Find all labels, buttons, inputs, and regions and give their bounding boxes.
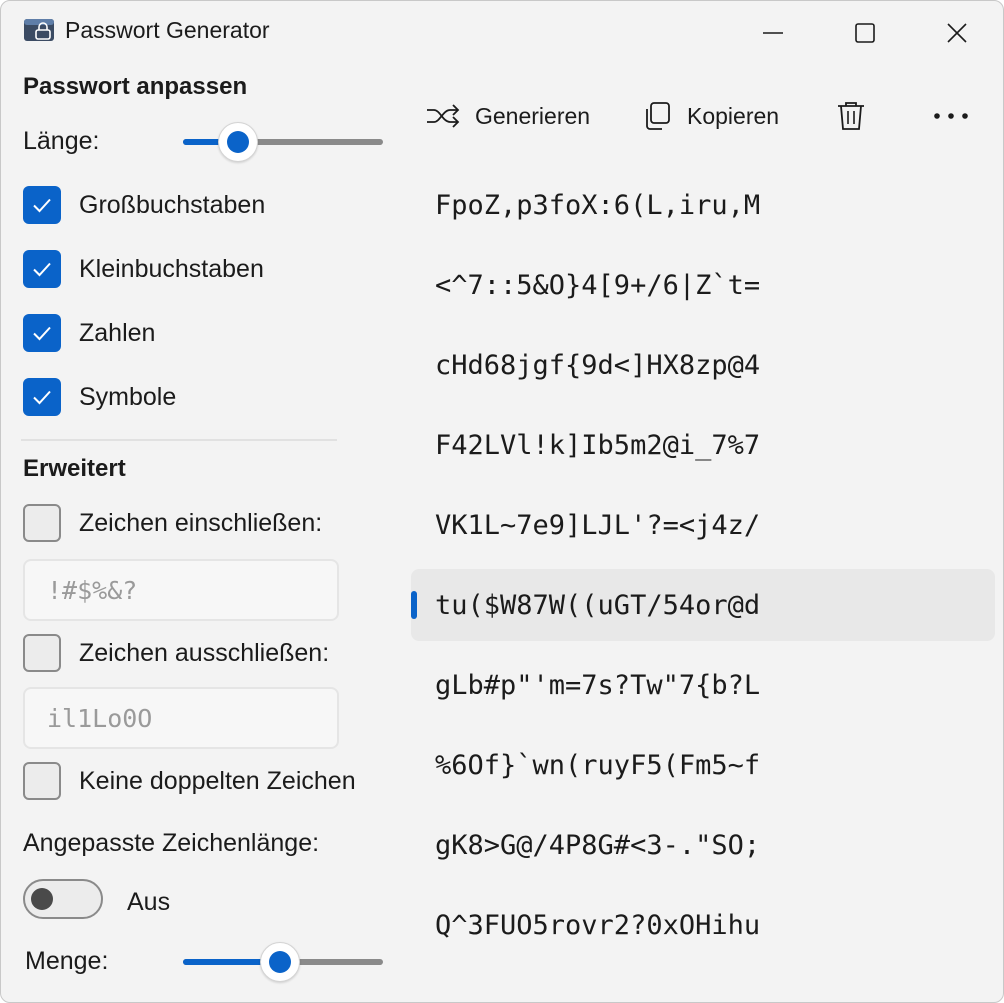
generate-button[interactable]: Generieren <box>425 95 590 137</box>
checkmark-icon <box>33 390 51 405</box>
password-text: VK1L~7e9]LJL'?=<j4z/ <box>435 509 761 541</box>
password-text: <^7::5&O}4[9+/6|Z`t= <box>435 269 761 301</box>
password-item[interactable]: gK8>G@/4P8G#<3-."SO; <box>411 809 995 881</box>
symbols-checkbox[interactable] <box>23 378 61 416</box>
uppercase-label: Großbuchstaben <box>79 190 266 219</box>
numbers-option[interactable]: Zahlen <box>23 313 155 353</box>
password-text: cHd68jgf{9d<]HX8zp@4 <box>435 349 761 381</box>
include-chars-option[interactable]: Zeichen einschließen: <box>23 503 322 543</box>
password-text: %6Of}`wn(ruyF5(Fm5~f <box>435 749 761 781</box>
include-chars-label: Zeichen einschließen: <box>79 508 323 537</box>
maximize-button[interactable] <box>843 11 887 55</box>
minimize-icon <box>763 32 783 34</box>
toggle-state-label: Aus <box>127 888 171 916</box>
checkmark-icon <box>33 326 51 341</box>
maximize-icon <box>855 23 875 43</box>
checkmark-icon <box>33 262 51 277</box>
include-chars-field[interactable] <box>23 559 339 621</box>
uppercase-option[interactable]: Großbuchstaben <box>23 185 265 225</box>
copy-label: Kopieren <box>687 102 780 129</box>
password-item[interactable]: <^7::5&O}4[9+/6|Z`t= <box>411 249 995 321</box>
symbols-label: Symbole <box>79 382 177 411</box>
close-button[interactable] <box>935 11 979 55</box>
more-icon <box>934 113 968 119</box>
toggle-knob <box>31 888 53 910</box>
title-bar: Passwort Generator <box>1 1 1003 65</box>
shuffle-icon <box>427 104 460 128</box>
copy-icon <box>646 102 670 130</box>
more-options-button[interactable] <box>931 95 971 137</box>
custom-length-toggle[interactable] <box>23 879 103 919</box>
selection-indicator <box>411 591 417 619</box>
password-item[interactable]: FpoZ,p3foX:6(L,iru,M <box>411 169 995 241</box>
include-chars-input[interactable] <box>25 561 337 619</box>
password-text: FpoZ,p3foX:6(L,iru,M <box>435 189 761 221</box>
password-text: gLb#p"'m=7s?Tw"7{b?L <box>435 669 761 701</box>
password-item[interactable]: VK1L~7e9]LJL'?=<j4z/ <box>411 489 995 561</box>
include-chars-checkbox[interactable] <box>23 504 61 542</box>
section-divider <box>21 439 337 441</box>
no-duplicates-checkbox[interactable] <box>23 762 61 800</box>
exclude-chars-input[interactable] <box>25 689 337 747</box>
password-item-selected[interactable]: tu($W87W((uGT/54or@d <box>411 569 995 641</box>
length-slider-thumb[interactable] <box>218 122 258 162</box>
exclude-chars-field[interactable] <box>23 687 339 749</box>
custom-length-label: Angepasste Zeichenlänge: <box>23 829 320 857</box>
app-window: Passwort Generator Passwort anpassen Län… <box>0 0 1004 1003</box>
settings-heading: Passwort anpassen <box>23 73 248 100</box>
quantity-slider[interactable] <box>183 942 383 982</box>
password-text: gK8>G@/4P8G#<3-."SO; <box>435 829 761 861</box>
exclude-chars-label: Zeichen ausschließen: <box>79 638 330 667</box>
length-slider[interactable] <box>183 122 383 162</box>
password-text: Q^3FUO5rovr2?0xOHihu <box>435 909 761 941</box>
exclude-chars-option[interactable]: Zeichen ausschließen: <box>23 633 329 673</box>
lowercase-option[interactable]: Kleinbuchstaben <box>23 249 264 289</box>
numbers-checkbox[interactable] <box>23 314 61 352</box>
advanced-heading: Erweitert <box>23 455 126 482</box>
trash-icon <box>838 102 864 130</box>
password-list: FpoZ,p3foX:6(L,iru,M <^7::5&O}4[9+/6|Z`t… <box>411 169 995 969</box>
copy-button[interactable]: Kopieren <box>641 95 779 137</box>
delete-button[interactable] <box>835 95 867 137</box>
lowercase-label: Kleinbuchstaben <box>79 254 264 283</box>
generate-label: Generieren <box>475 102 591 129</box>
numbers-label: Zahlen <box>79 318 156 347</box>
uppercase-checkbox[interactable] <box>23 186 61 224</box>
password-item[interactable]: %6Of}`wn(ruyF5(Fm5~f <box>411 729 995 801</box>
quantity-label: Menge: <box>25 947 109 975</box>
checkmark-icon <box>33 198 51 213</box>
password-item[interactable]: cHd68jgf{9d<]HX8zp@4 <box>411 329 995 401</box>
exclude-chars-checkbox[interactable] <box>23 634 61 672</box>
no-duplicates-option[interactable]: Keine doppelten Zeichen <box>23 761 356 801</box>
password-text: F42LVl!k]Ib5m2@i_7%7 <box>435 429 761 461</box>
minimize-button[interactable] <box>751 11 795 55</box>
length-label: Länge: <box>23 127 100 155</box>
lowercase-checkbox[interactable] <box>23 250 61 288</box>
quantity-slider-thumb[interactable] <box>260 942 300 982</box>
no-duplicates-label: Keine doppelten Zeichen <box>79 766 356 795</box>
password-item[interactable]: gLb#p"'m=7s?Tw"7{b?L <box>411 649 995 721</box>
password-item[interactable]: Q^3FUO5rovr2?0xOHihu <box>411 889 995 961</box>
symbols-option[interactable]: Symbole <box>23 377 176 417</box>
app-lock-icon <box>23 18 55 42</box>
password-item[interactable]: F42LVl!k]Ib5m2@i_7%7 <box>411 409 995 481</box>
close-icon <box>947 23 967 43</box>
password-text: tu($W87W((uGT/54or@d <box>435 589 761 621</box>
window-title: Passwort Generator <box>65 17 270 43</box>
